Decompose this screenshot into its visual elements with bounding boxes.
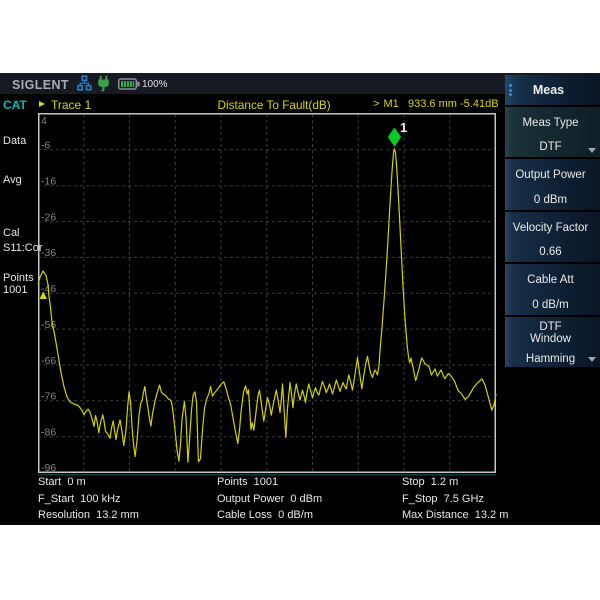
svg-text:-6: -6 (41, 140, 50, 152)
svg-text:-86: -86 (41, 427, 56, 439)
svg-text:4: 4 (41, 115, 47, 127)
svg-text:-26: -26 (41, 211, 56, 223)
svg-text:-76: -76 (41, 391, 56, 403)
svg-text:-96: -96 (41, 462, 56, 474)
svg-text:-66: -66 (41, 355, 56, 367)
svg-text:-16: -16 (41, 176, 56, 188)
svg-text:1: 1 (400, 120, 407, 135)
svg-text:-36: -36 (41, 247, 56, 259)
